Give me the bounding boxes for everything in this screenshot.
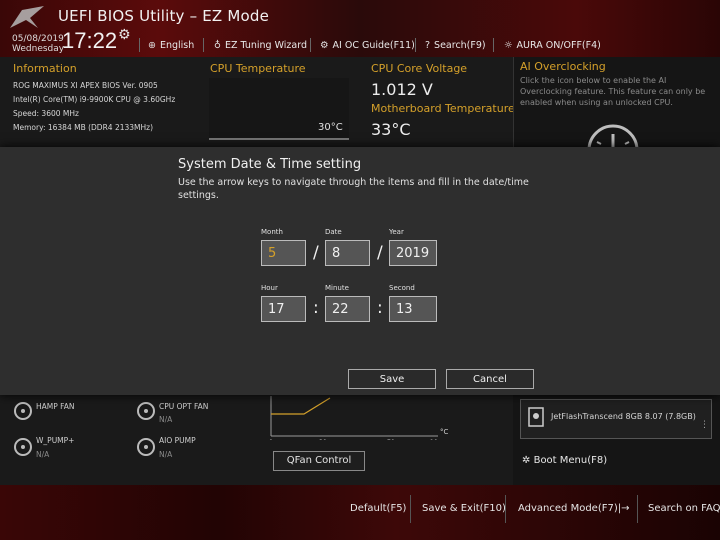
divider [139, 38, 140, 52]
year-field[interactable]: 2019 [389, 240, 437, 266]
cancel-button[interactable]: Cancel [446, 369, 534, 389]
menu-label: Search(F9) [434, 40, 486, 51]
fan-name: HAMP FAN [36, 402, 75, 411]
ai-oc-guide-button[interactable]: ⚙ AI OC Guide(F11) [320, 40, 415, 51]
date-display[interactable]: 05/08/2019 Wednesday [12, 34, 64, 54]
save-button[interactable]: Save [348, 369, 436, 389]
x-tick-label: 0 [269, 439, 273, 440]
menu-label: AI OC Guide(F11) [332, 40, 415, 51]
information-title: Information [13, 62, 77, 75]
fan-value: N/A [159, 415, 173, 424]
time-separator: : [377, 298, 383, 318]
gear-icon: ✲ [522, 455, 531, 466]
board-bios-text: ROG MAXIMUS XI APEX BIOS Ver. 0905 [13, 81, 158, 90]
divider [310, 38, 311, 52]
divider [410, 495, 411, 523]
mb-temperature-value: 33°C [371, 120, 411, 139]
cpu-text: Intel(R) Core(TM) i9-9900K CPU @ 3.60GHz [13, 95, 176, 104]
fan-value: N/A [36, 450, 50, 459]
search-icon: ? [425, 40, 431, 51]
bulb-icon: ♁ [214, 40, 221, 51]
pump-icon [137, 438, 155, 456]
date-separator: / [377, 243, 383, 263]
minute-field[interactable]: 22 [325, 296, 370, 322]
divider [637, 495, 638, 523]
advanced-mode-button[interactable]: Advanced Mode(F7)|→ [518, 503, 629, 514]
mb-temperature-title: Motherboard Temperature [371, 102, 515, 115]
date-label: Date [325, 228, 342, 236]
default-button[interactable]: Default(F5) [350, 503, 406, 514]
qfan-control-button[interactable]: QFan Control [273, 451, 365, 471]
time-separator: : [313, 298, 319, 318]
search-faq-button[interactable]: Search on FAQ [648, 503, 720, 514]
cpu-temperature-title: CPU Temperature [210, 62, 306, 75]
divider [203, 38, 204, 52]
weekday-text: Wednesday [12, 44, 65, 54]
search-button[interactable]: ? Search(F9) [425, 40, 486, 51]
memory-text: Memory: 16384 MB (DDR4 2133MHz) [13, 123, 154, 132]
save-exit-button[interactable]: Save & Exit(F10) [422, 503, 506, 514]
cpu-temperature-value: 30°C [318, 122, 343, 133]
divider [493, 38, 494, 52]
ai-overclocking-description: Click the icon below to enable the AI Ov… [520, 76, 706, 107]
menu-label: EZ Tuning Wizard [224, 40, 308, 51]
menu-label: English [159, 40, 195, 51]
ai-oc-icon: ⚙ [320, 40, 329, 51]
month-label: Month [261, 228, 283, 236]
x-axis-unit: °C [440, 428, 449, 436]
ez-tuning-wizard-button[interactable]: ♁ EZ Tuning Wizard [214, 40, 307, 51]
fan-curve-chart[interactable]: 0 30 70 100 [268, 396, 438, 440]
fan-curve-line [271, 397, 331, 415]
gear-icon[interactable]: ⚙ [118, 27, 131, 43]
clock-display[interactable]: 17:22 [62, 28, 117, 54]
pump-icon [14, 438, 32, 456]
day-field[interactable]: 8 [325, 240, 370, 266]
year-label: Year [389, 228, 404, 236]
fan-icon [14, 402, 32, 420]
minute-label: Minute [325, 284, 349, 292]
boot-device-label: JetFlashTranscend 8GB 8.07 (7.8GB) [551, 412, 696, 421]
x-tick-label: 70 [387, 439, 395, 440]
aura-toggle-button[interactable]: ☼ AURA ON/OFF(F4) [504, 40, 601, 51]
app-title: UEFI BIOS Utility – EZ Mode [58, 7, 270, 25]
globe-icon: ⊕ [148, 40, 156, 51]
fan-value: N/A [159, 450, 173, 459]
rog-logo-icon [10, 6, 44, 28]
second-label: Second [389, 284, 415, 292]
language-button[interactable]: ⊕ English [148, 40, 194, 51]
divider [415, 38, 416, 52]
fan-name: AIO PUMP [159, 436, 196, 445]
ai-overclocking-title: AI Overclocking [520, 60, 606, 73]
menu-label: AURA ON/OFF(F4) [516, 40, 601, 51]
aura-icon: ☼ [504, 40, 513, 51]
second-field[interactable]: 13 [389, 296, 437, 322]
speed-text: Speed: 3600 MHz [13, 109, 79, 118]
x-tick-label: 30 [319, 439, 327, 440]
usb-drive-icon [528, 407, 544, 427]
dialog-description: Use the arrow keys to navigate through t… [178, 177, 529, 201]
dialog-title: System Date & Time setting [178, 157, 362, 172]
divider [505, 495, 506, 523]
date-text: 05/08/2019 [12, 34, 64, 44]
fan-name: CPU OPT FAN [159, 402, 209, 411]
x-tick-label: 100 [430, 439, 438, 440]
month-field[interactable]: 5 [261, 240, 306, 266]
fan-name: W_PUMP+ [36, 436, 75, 445]
date-separator: / [313, 243, 319, 263]
hour-field[interactable]: 17 [261, 296, 306, 322]
boot-menu-button[interactable]: ✲ Boot Menu(F8) [522, 455, 607, 466]
hour-label: Hour [261, 284, 278, 292]
cpu-voltage-value: 1.012 V [371, 80, 433, 99]
fan-icon [137, 402, 155, 420]
scroll-indicator: ⋮ [700, 420, 709, 430]
cpu-voltage-title: CPU Core Voltage [371, 62, 468, 75]
boot-menu-label: Boot Menu(F8) [533, 455, 608, 466]
